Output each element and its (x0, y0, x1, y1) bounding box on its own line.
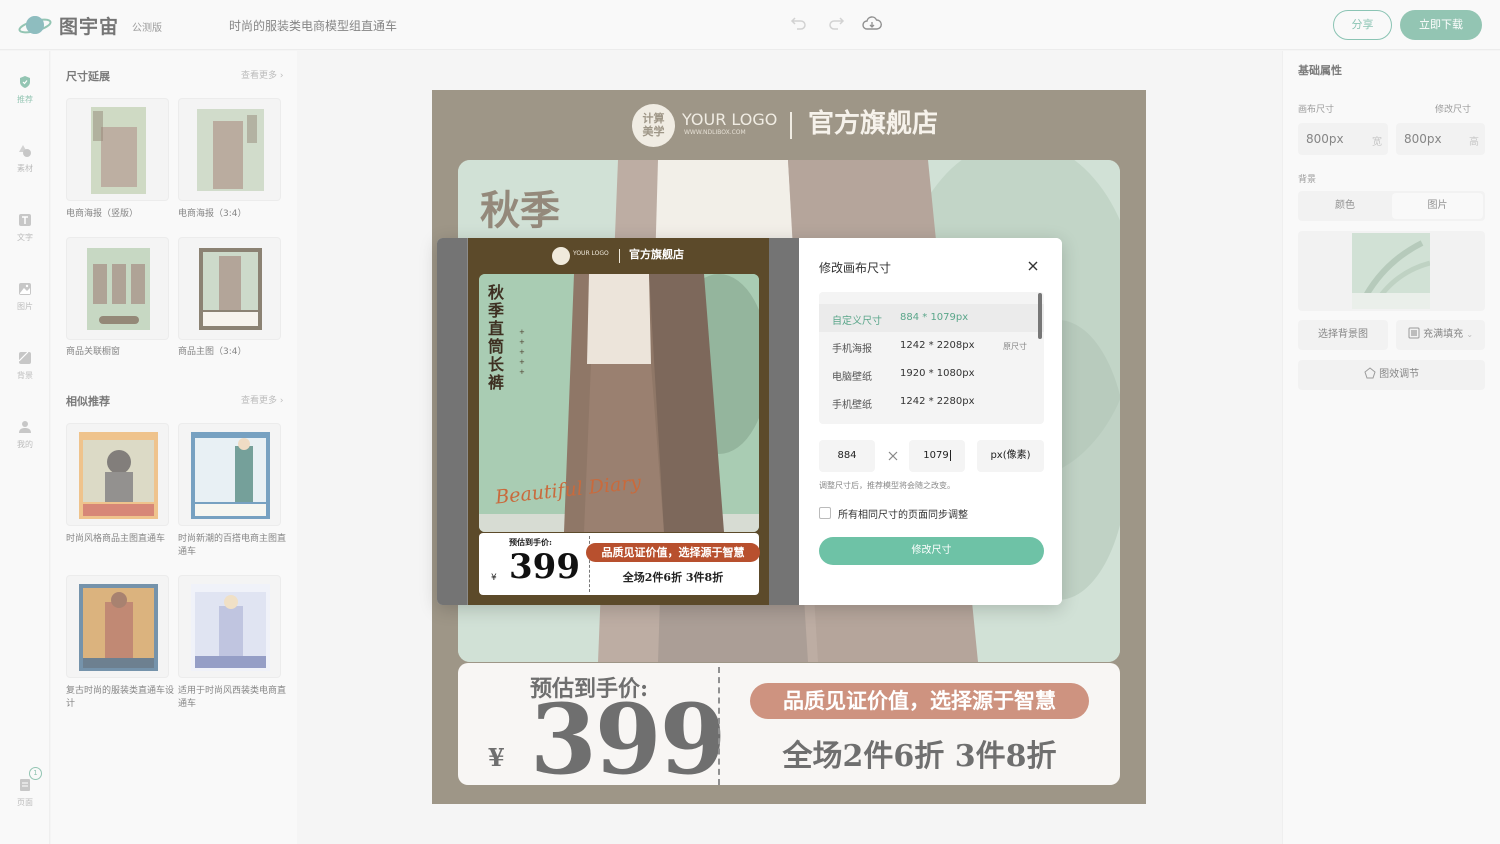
original-size-tag: 原尺寸 (1003, 342, 1027, 351)
width-input[interactable]: 884 (819, 440, 875, 472)
preview-header-divider (619, 249, 620, 263)
dialog-preview-pane: YOUR LOGO 官方旗舰店 + + + + + 秋季直筒长裤 Beautif… (437, 238, 799, 605)
svg-text:+: + (519, 358, 525, 366)
preview-promo-text: 全场2件6折 3件8折 (622, 571, 724, 584)
preset-size: 1242 * 2208px (900, 340, 975, 351)
svg-text:+: + (519, 348, 525, 356)
preset-row-phone-wallpaper[interactable]: 手机壁纸 1242 * 2280px (819, 388, 1044, 416)
preview-logo-text: YOUR LOGO (573, 250, 609, 257)
preview-currency: ¥ (491, 573, 497, 583)
preset-name: 自定义尺寸 (832, 316, 882, 327)
preview-price-card: 预估到手价: ¥ 399 品质见证价值，选择源于智慧 全场2件6折 3件8折 (479, 533, 760, 595)
sync-checkbox-label[interactable]: 所有相同尺寸的页面同步调整 (838, 506, 968, 521)
preview-price: 399 (509, 547, 580, 587)
preview-product-photo: + + + + + 秋季直筒长裤 Beautiful Diary (479, 274, 759, 532)
multiply-icon (888, 451, 898, 461)
preview-vertical-title: 秋季直筒长裤 (488, 283, 505, 392)
unit-select[interactable]: px(像素) (977, 440, 1044, 472)
preview-crop-shade-left (437, 238, 467, 605)
preset-name: 手机壁纸 (832, 400, 872, 411)
preset-row-custom[interactable]: 自定义尺寸 884 * 1079px (819, 304, 1044, 332)
svg-text:+: + (519, 338, 525, 346)
preview-crop-shade-right (769, 238, 799, 605)
text-cursor (949, 450, 951, 461)
dialog-title: 修改画布尺寸 (819, 261, 892, 275)
modify-size-button[interactable]: 修改尺寸 (819, 537, 1044, 565)
svg-text:+: + (519, 368, 525, 376)
preset-name: 电脑壁纸 (832, 372, 872, 383)
height-input[interactable]: 1079 (909, 440, 965, 472)
preview-store-title: 官方旗舰店 (629, 248, 684, 261)
preset-name: 手机海报 (832, 344, 872, 355)
resize-canvas-dialog: YOUR LOGO 官方旗舰店 + + + + + 秋季直筒长裤 Beautif… (437, 238, 1062, 605)
svg-text:+: + (519, 328, 525, 336)
preset-size: 1242 * 2280px (900, 396, 975, 407)
preset-size: 1920 * 1080px (900, 368, 975, 379)
preset-row-phone-poster[interactable]: 手机海报 1242 * 2208px 原尺寸 (819, 332, 1044, 360)
preset-row-desktop-wallpaper[interactable]: 电脑壁纸 1920 * 1080px (819, 360, 1044, 388)
resize-hint: 调整尺寸后，推荐模型将会随之改变。 (819, 481, 955, 490)
preview-logo-circle (552, 247, 570, 265)
preview-slogan-pill: 品质见证价值，选择源于智慧 (586, 543, 760, 562)
dialog-form-pane: 修改画布尺寸 自定义尺寸 884 * 1079px 手机海报 1242 * 22… (799, 238, 1062, 605)
close-icon[interactable] (1026, 259, 1040, 273)
preview-poster: YOUR LOGO 官方旗舰店 + + + + + 秋季直筒长裤 Beautif… (468, 238, 769, 605)
size-preset-list[interactable]: 自定义尺寸 884 * 1079px 手机海报 1242 * 2208px 原尺… (819, 292, 1044, 424)
preset-size: 884 * 1079px (900, 312, 969, 323)
height-input-value: 1079 (923, 450, 949, 461)
preset-list-scrollbar[interactable] (1038, 293, 1042, 339)
sync-checkbox[interactable] (819, 507, 831, 519)
